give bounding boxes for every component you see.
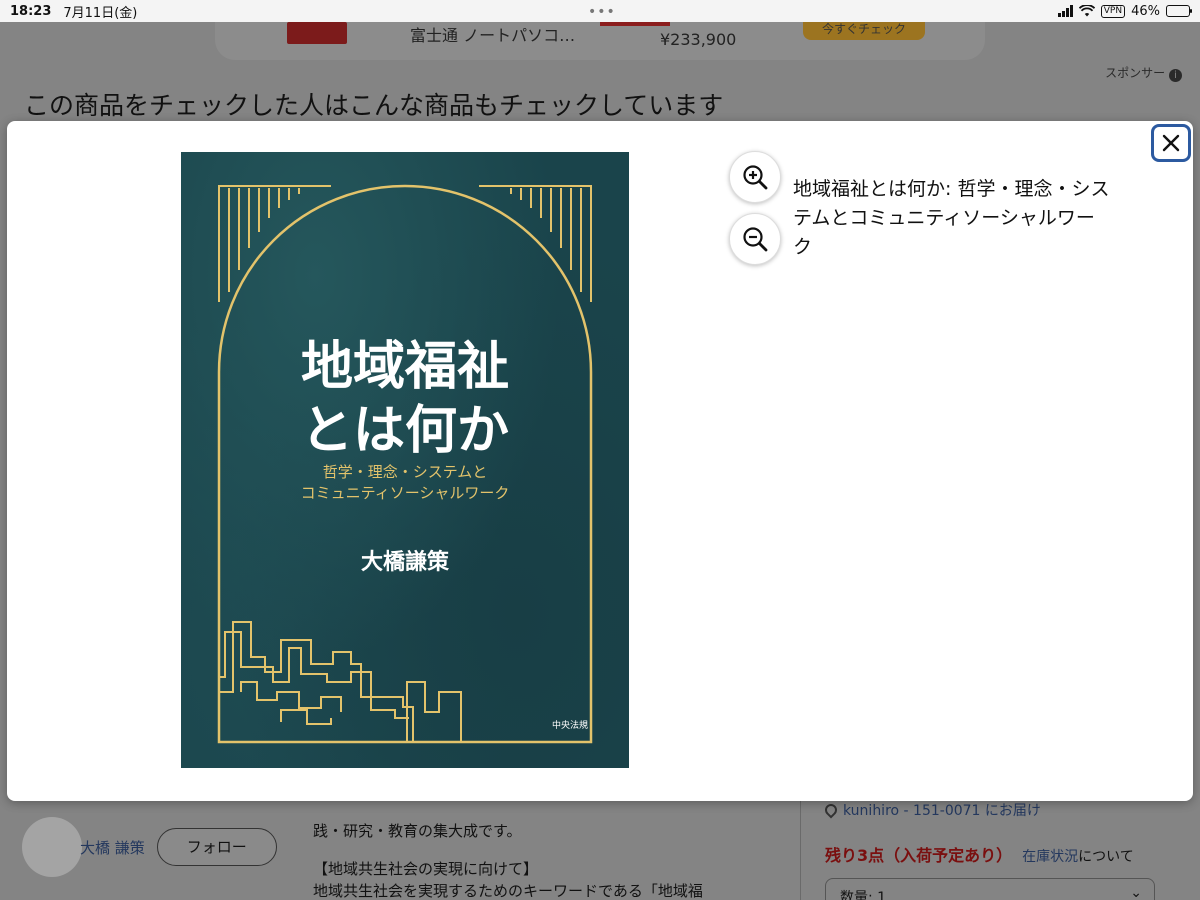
description-line: 践・研究・教育の集大成です。 [313, 822, 522, 840]
section-heading: この商品をチェックした人はこんな商品もチェックしています [24, 91, 724, 120]
ad-title: 富士通 ノートパソコ… [410, 26, 576, 45]
seller-row: 大橋 謙策 フォロー [22, 817, 277, 877]
book-cover-image[interactable]: 地域福祉 とは何か 哲学・理念・システムと コミュニティソーシャルワーク 大橋謙… [181, 152, 629, 768]
quantity-select[interactable]: 数量: 1 ⌄ [825, 878, 1155, 900]
description-line: 【地域共生社会の実現に向けて】 [313, 860, 539, 878]
quantity-value: 数量: 1 [840, 890, 887, 900]
delivery-location[interactable]: kunihiro - 151-0071 にお届け [822, 800, 1041, 820]
cover-subtitle-line: 哲学・理念・システムと [322, 463, 488, 481]
status-date: 7月11日(金) [63, 5, 138, 21]
sponsored-ad[interactable]: 富士通 ノートパソコ… ¥233,900 今すぐチェック [215, 22, 985, 60]
sponsor-label-text: スポンサー [1105, 66, 1166, 80]
cover-title-line: 地域福祉 [300, 336, 509, 397]
avatar[interactable] [22, 817, 82, 877]
product-title: 地域福祉とは何か: 哲学・理念・システムとコミュニティソーシャルワーク [793, 178, 1110, 258]
cover-subtitle-line: コミュニティソーシャルワーク [300, 484, 510, 502]
follow-button[interactable]: フォロー [156, 828, 277, 866]
description-line: 地域共生社会を実現するためのキーワードである「地域福 [313, 882, 703, 900]
cover-title-line: とは何か [300, 400, 509, 461]
product-description: 践・研究・教育の集大成です。 【地域共生社会の実現に向けて】 地域共生社会を実現… [313, 802, 783, 900]
battery-percent: 46% [1131, 3, 1160, 19]
sponsor-label[interactable]: スポンサー i [1105, 64, 1182, 82]
close-button[interactable] [1151, 124, 1191, 162]
zoom-out-button[interactable] [729, 213, 781, 265]
stock-status: 残り3点（入荷予定あり） 在庫状況について [825, 842, 1134, 866]
zoom-in-icon [743, 165, 768, 190]
delivery-address: kunihiro - 151-0071 にお届け [843, 803, 1041, 819]
multitask-dots[interactable]: ••• [588, 4, 616, 20]
wifi-icon [1078, 5, 1095, 17]
zoom-out-icon [743, 227, 768, 252]
seller-name-link[interactable]: 大橋 謙策 [80, 837, 145, 858]
location-pin-icon [822, 801, 840, 819]
battery-icon [1166, 5, 1192, 17]
stock-status-suffix: について [1078, 849, 1134, 865]
ad-deal-badge [600, 22, 670, 26]
stock-status-link[interactable]: 在庫状況 [1022, 849, 1078, 865]
ad-price: ¥233,900 [660, 30, 737, 49]
ad-check-button[interactable]: 今すぐチェック [803, 22, 925, 40]
chevron-down-icon: ⌄ [1130, 885, 1142, 900]
vpn-badge: VPN [1100, 4, 1126, 18]
status-bar: 18:23 7月11日(金) ••• VPN 46% [0, 0, 1200, 22]
cover-publisher: 中央法規 [552, 721, 589, 731]
zoom-in-button[interactable] [729, 151, 781, 203]
ad-product-thumbnail [287, 22, 347, 44]
status-time: 18:23 [10, 3, 52, 19]
image-viewer-modal: 地域福祉 とは何か 哲学・理念・システムと コミュニティソーシャルワーク 大橋謙… [7, 121, 1193, 801]
cover-author: 大橋謙策 [360, 549, 449, 575]
close-icon [1162, 134, 1180, 152]
buy-box: kunihiro - 151-0071 にお届け 残り3点（入荷予定あり） 在庫状… [800, 800, 1200, 900]
info-icon: i [1169, 69, 1182, 82]
cellular-signal-icon [1057, 5, 1073, 17]
stock-remaining: 残り3点（入荷予定あり） [825, 846, 1013, 865]
